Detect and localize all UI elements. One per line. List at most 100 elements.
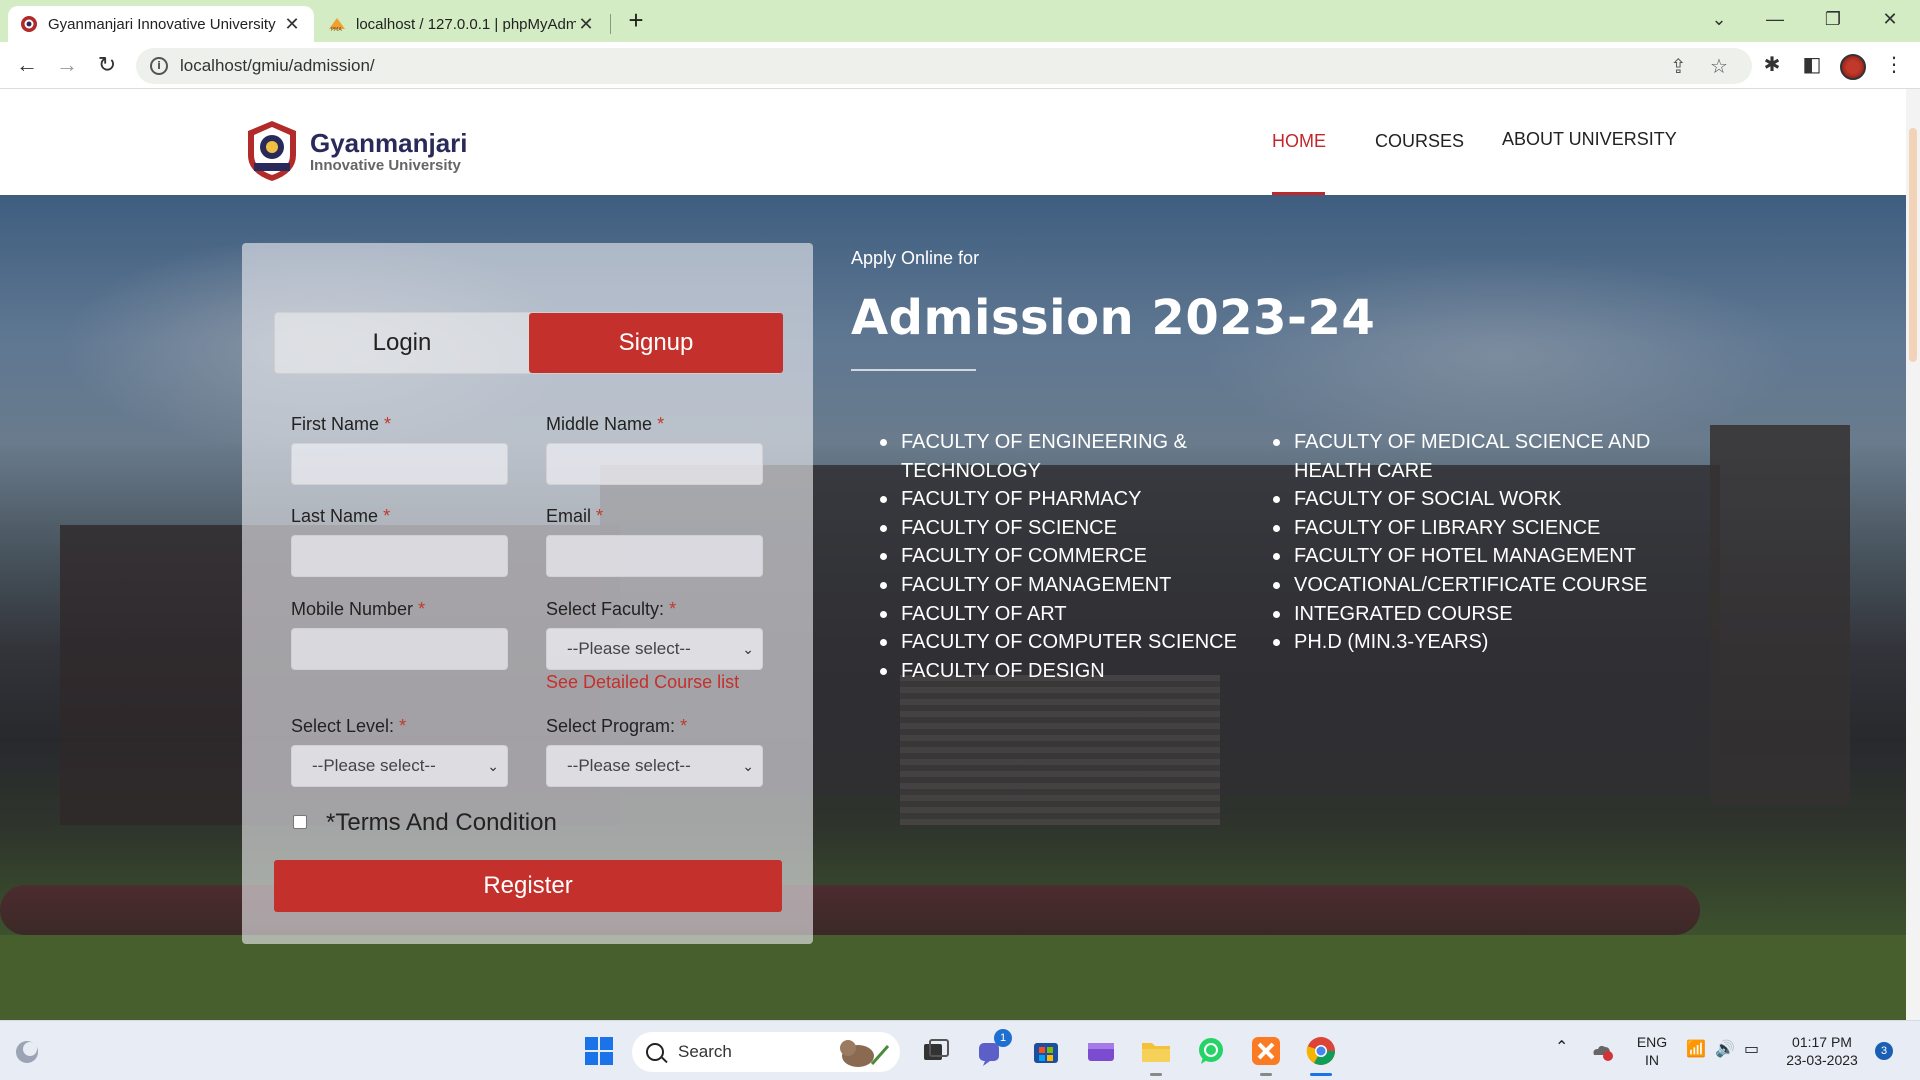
whatsapp-icon[interactable] [1195, 1035, 1227, 1067]
tab-phpmyadmin[interactable]: PMA localhost / 127.0.0.1 | phpMyAdmin ✕ [316, 6, 608, 42]
show-hidden-icons-chevron-icon[interactable]: ⌃ [1555, 1039, 1568, 1057]
mobile-number-label: Mobile Number * [291, 599, 426, 619]
chrome-active-indicator [1310, 1073, 1332, 1076]
search-highlight-badger-icon [840, 1040, 890, 1067]
side-panel-icon[interactable]: ◧ [1798, 52, 1826, 77]
windows-taskbar: Search 1 ⌃ ENG IN 📶 🔊 ▭ 01:17 PM 23-03-202… [0, 1020, 1920, 1080]
language-indicator[interactable]: ENG IN [1632, 1033, 1672, 1069]
restore-icon[interactable]: ❐ [1813, 4, 1853, 34]
faculty-list-item: FACULTY OF HOTEL MANAGEMENT [1273, 542, 1673, 571]
close-tab-icon[interactable]: ✕ [282, 14, 302, 35]
first-name-label: First Name * [291, 414, 392, 434]
wifi-icon[interactable]: 📶 [1686, 1041, 1706, 1059]
email-field[interactable] [546, 535, 763, 577]
profile-avatar[interactable] [1840, 54, 1866, 80]
search-icon [646, 1043, 664, 1061]
university-logo[interactable]: Gyanmanjari Innovative University [240, 119, 490, 183]
last-name-label: Last Name * [291, 506, 391, 526]
course-list-link[interactable]: See Detailed Course list [546, 672, 739, 693]
faculty-list-item: FACULTY OF SCIENCE [880, 514, 1260, 543]
nav-courses[interactable]: COURSES [1375, 131, 1464, 152]
site-header: Gyanmanjari Innovative University HOME C… [0, 89, 1920, 196]
faculty-select[interactable]: --Please select-- ⌄ [546, 628, 763, 670]
search-label: Search [678, 1042, 732, 1061]
scrollbar-thumb[interactable] [1909, 128, 1917, 362]
share-icon[interactable]: ⇪ [1670, 54, 1687, 79]
address-bar[interactable]: i localhost/gmiu/admission/ ⇪ ☆ [136, 48, 1752, 84]
clipchamp-icon[interactable] [1085, 1035, 1117, 1067]
middle-name-field[interactable] [546, 443, 763, 485]
faculty-list-right: FACULTY OF MEDICAL SCIENCE AND HEALTH CA… [1273, 428, 1673, 657]
email-label: Email * [546, 506, 604, 526]
site-info-icon[interactable]: i [150, 57, 168, 75]
faculty-list-item: FACULTY OF ART [880, 600, 1260, 629]
onedrive-error-icon[interactable] [1590, 1039, 1614, 1063]
logo-subtitle: Innovative University [310, 156, 461, 174]
task-view-icon[interactable] [920, 1035, 952, 1067]
microsoft-store-icon[interactable] [1030, 1035, 1062, 1067]
nav-about-university[interactable]: ABOUT UNIVERSITY [1502, 129, 1677, 150]
faculty-label: Select Faculty: * [546, 599, 677, 619]
tab-divider [610, 14, 611, 34]
program-label: Select Program: * [546, 716, 688, 736]
last-name-field[interactable] [291, 535, 508, 577]
university-favicon-icon [21, 16, 37, 32]
xampp-running-indicator [1260, 1073, 1272, 1076]
notification-badge[interactable]: 3 [1875, 1042, 1893, 1060]
menu-kebab-icon[interactable]: ⋮ [1880, 52, 1908, 77]
windows-start-icon[interactable] [583, 1035, 615, 1067]
logo-name: Gyanmanjari [310, 127, 468, 158]
middle-name-label: Middle Name * [546, 414, 665, 434]
university-emblem-icon [248, 121, 296, 181]
faculty-list-item: FACULTY OF LIBRARY SCIENCE [1273, 514, 1673, 543]
clock[interactable]: 01:17 PM 23-03-2023 [1782, 1033, 1862, 1069]
faculty-list-item: FACULTY OF COMPUTER SCIENCE [880, 628, 1260, 657]
tab-title: localhost / 127.0.0.1 | phpMyAdmin [356, 15, 576, 33]
signup-tab-button[interactable]: Signup [529, 313, 783, 373]
tab-gyanmanjari[interactable]: Gyanmanjari Innovative University ✕ [8, 6, 314, 42]
widgets-weather-icon[interactable] [12, 1037, 42, 1067]
faculty-list-item: FACULTY OF MEDICAL SCIENCE AND HEALTH CA… [1273, 428, 1673, 485]
title-divider [851, 369, 976, 371]
reload-icon[interactable]: ↻ [92, 50, 122, 80]
terms-label[interactable]: *Terms And Condition [326, 809, 557, 837]
admission-title: Admission 2023-24 [851, 290, 1376, 346]
nav-home[interactable]: HOME [1272, 131, 1326, 152]
chrome-icon[interactable] [1305, 1035, 1337, 1067]
faculty-list-item: FACULTY OF ENGINEERING & TECHNOLOGY [880, 428, 1260, 485]
faculty-list-left: FACULTY OF ENGINEERING & TECHNOLOGY FACUL… [880, 428, 1260, 685]
minimize-icon[interactable]: — [1755, 4, 1795, 34]
tab-search-chevron-icon[interactable]: ⌄ [1699, 4, 1739, 34]
chat-badge: 1 [994, 1029, 1012, 1047]
faculty-list-item: FACULTY OF COMMERCE [880, 542, 1260, 571]
close-window-icon[interactable]: ✕ [1870, 4, 1910, 34]
close-tab-icon[interactable]: ✕ [576, 14, 596, 35]
phpmyadmin-favicon-icon: PMA [329, 18, 345, 33]
level-select[interactable]: --Please select-- ⌄ [291, 745, 508, 787]
browser-toolbar: ← → ↻ i localhost/gmiu/admission/ ⇪ ☆ ✱ … [0, 42, 1920, 89]
register-button[interactable]: Register [274, 860, 782, 912]
bookmark-star-icon[interactable]: ☆ [1710, 54, 1728, 79]
first-name-field[interactable] [291, 443, 508, 485]
faculty-list-item: FACULTY OF MANAGEMENT [880, 571, 1260, 600]
url-text[interactable]: localhost/gmiu/admission/ [180, 56, 375, 76]
taskbar-search-box[interactable]: Search [632, 1032, 900, 1072]
new-tab-button[interactable]: + [622, 6, 650, 36]
auth-toggle: Login Signup [274, 312, 783, 374]
xampp-icon[interactable] [1250, 1035, 1282, 1067]
faculty-list-item: INTEGRATED COURSE [1273, 600, 1673, 629]
forward-icon[interactable]: → [52, 50, 82, 80]
file-explorer-icon[interactable] [1140, 1035, 1172, 1067]
back-icon[interactable]: ← [12, 50, 42, 80]
battery-icon[interactable]: ▭ [1744, 1041, 1759, 1059]
mobile-number-field[interactable] [291, 628, 508, 670]
terms-checkbox[interactable] [293, 815, 307, 829]
program-select[interactable]: --Please select-- ⌄ [546, 745, 763, 787]
explorer-running-indicator [1150, 1073, 1162, 1076]
faculty-list-item: FACULTY OF SOCIAL WORK [1273, 485, 1673, 514]
faculty-list-item: PH.D (MIN.3-YEARS) [1273, 628, 1673, 657]
extensions-puzzle-icon[interactable]: ✱ [1758, 52, 1786, 77]
volume-icon[interactable]: 🔊 [1715, 1041, 1735, 1059]
faculty-list-item: FACULTY OF DESIGN [880, 657, 1260, 686]
login-tab-button[interactable]: Login [275, 313, 529, 373]
